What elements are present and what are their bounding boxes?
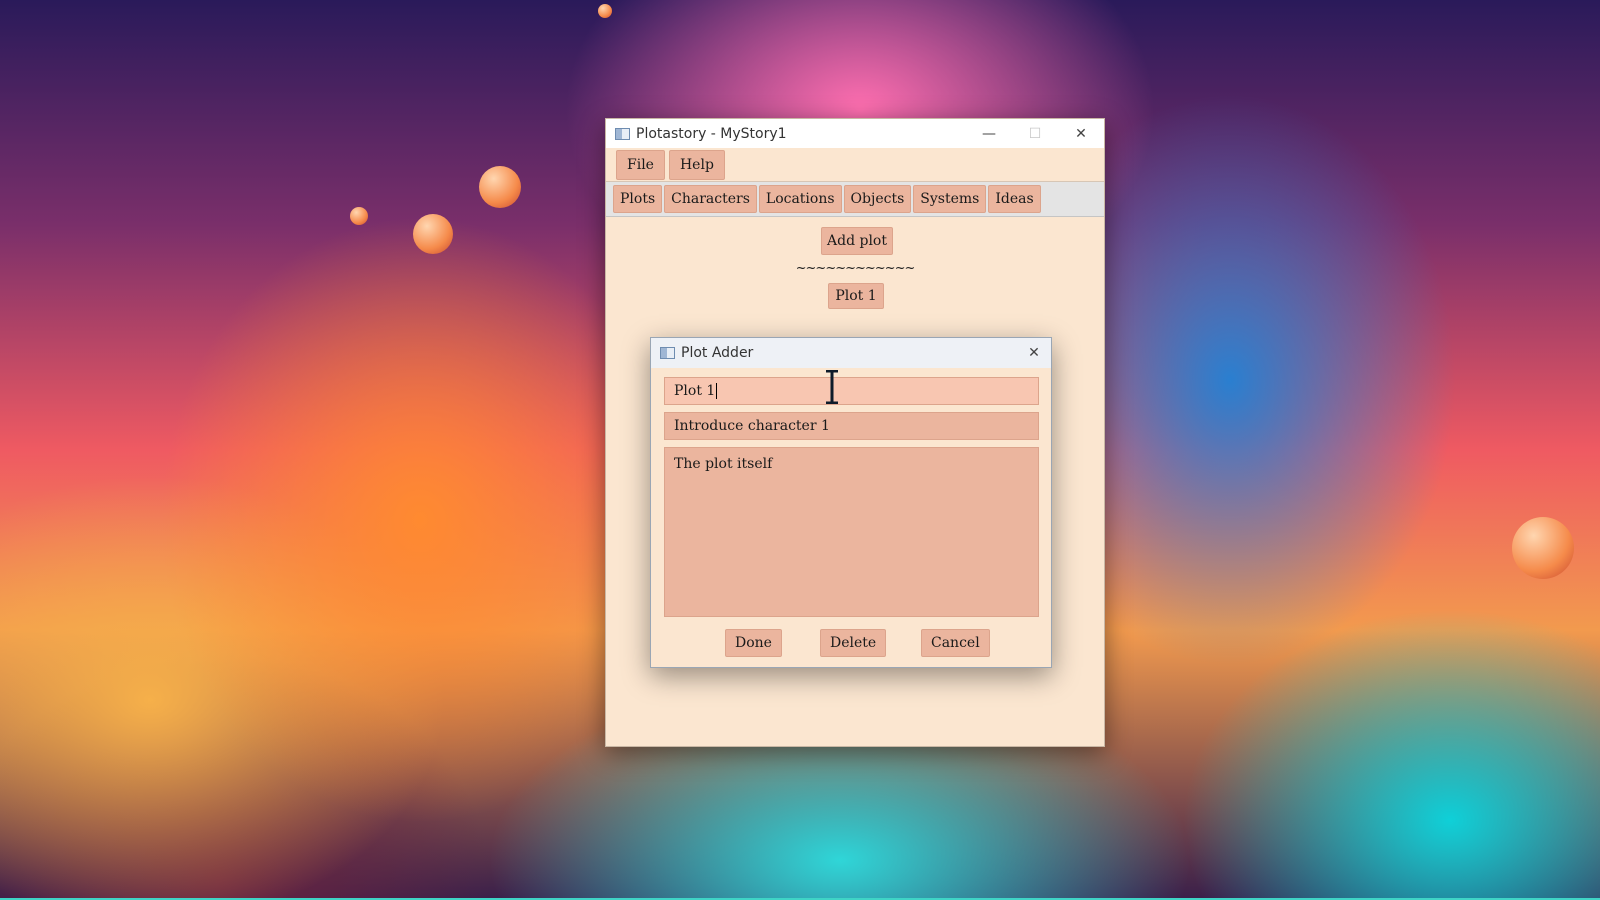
plot-adder-dialog: Plot Adder ✕ Plot 1 Introduce character … <box>650 337 1052 668</box>
menu-help[interactable]: Help <box>668 149 725 180</box>
text-caret <box>716 383 718 399</box>
done-button[interactable]: Done <box>725 629 782 657</box>
tab-objects[interactable]: Objects <box>843 185 912 213</box>
maximize-icon: ☐ <box>1028 125 1042 142</box>
tab-plots[interactable]: Plots <box>613 185 663 213</box>
plot-body-value: The plot itself <box>674 456 773 472</box>
background-bubble <box>1512 517 1574 579</box>
menu-bar: File Help <box>606 148 1104 182</box>
background-bubble <box>598 4 612 18</box>
plot-item-button[interactable]: Plot 1 <box>828 283 884 309</box>
add-plot-button[interactable]: Add plot <box>821 227 893 255</box>
delete-button[interactable]: Delete <box>820 629 887 657</box>
app-icon <box>615 127 630 140</box>
minimize-icon[interactable]: — <box>966 119 1012 148</box>
background-bubble <box>479 166 521 208</box>
tab-locations[interactable]: Locations <box>758 185 842 213</box>
dialog-close-icon[interactable]: ✕ <box>1017 339 1051 368</box>
tab-bar: Plots Characters Locations Objects Syste… <box>606 182 1104 217</box>
dialog-titlebar[interactable]: Plot Adder ✕ <box>651 338 1051 368</box>
plot-name-value: Plot 1 <box>674 383 716 399</box>
plot-summary-value: Introduce character 1 <box>674 418 830 434</box>
plot-summary-input[interactable]: Introduce character 1 <box>664 412 1039 440</box>
tab-ideas[interactable]: Ideas <box>988 185 1041 213</box>
background-bubble <box>413 214 453 254</box>
cancel-button[interactable]: Cancel <box>921 629 990 657</box>
tab-systems[interactable]: Systems <box>913 185 987 213</box>
dialog-app-icon <box>660 347 675 359</box>
window-title: Plotastory - MyStory1 <box>636 125 787 142</box>
close-icon[interactable]: ✕ <box>1058 119 1104 148</box>
main-titlebar[interactable]: Plotastory - MyStory1 — ☐ ✕ <box>606 119 1104 148</box>
plot-name-input[interactable]: Plot 1 <box>664 377 1039 405</box>
background-bubble <box>350 207 368 225</box>
tab-characters[interactable]: Characters <box>664 185 757 213</box>
divider: ~~~~~~~~~~~~ <box>795 261 916 276</box>
plot-body-textarea[interactable]: The plot itself <box>664 447 1039 617</box>
menu-file[interactable]: File <box>616 149 665 180</box>
dialog-title: Plot Adder <box>681 345 754 361</box>
text-cursor-icon <box>826 370 838 404</box>
